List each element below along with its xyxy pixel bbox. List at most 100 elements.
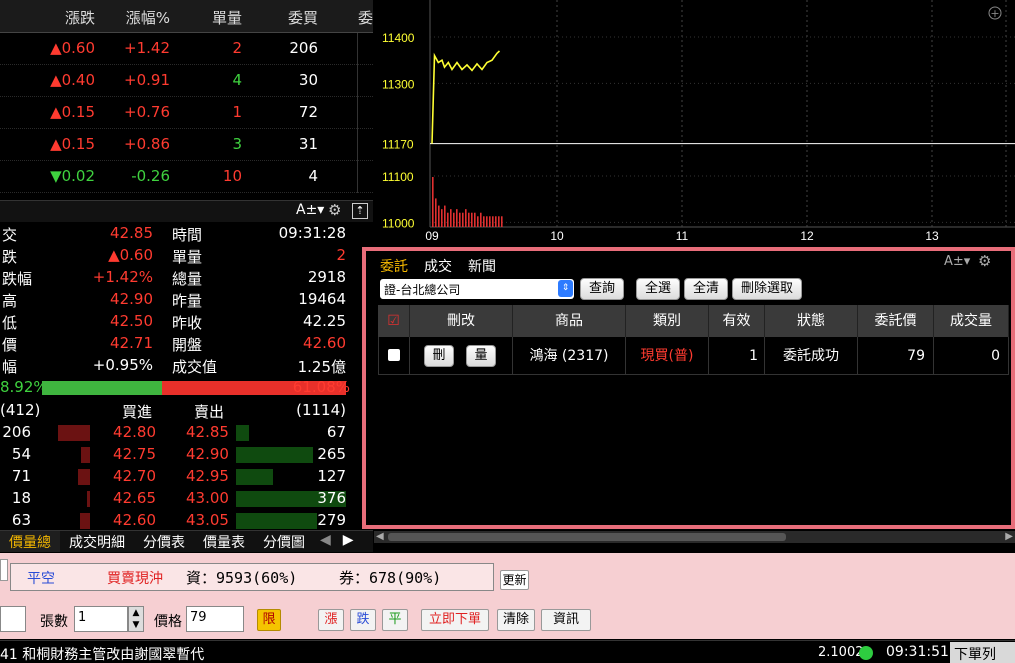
volume-bar bbox=[489, 216, 491, 227]
change-qty-button[interactable]: 量 bbox=[466, 345, 496, 367]
volume-bar bbox=[492, 216, 494, 227]
volume-bar bbox=[459, 212, 461, 227]
col-product[interactable]: 商品 bbox=[513, 305, 626, 337]
clear-all-button[interactable]: 全清 bbox=[684, 278, 728, 300]
tab-orders[interactable]: 委託 bbox=[380, 256, 408, 276]
scrollbar-thumb[interactable] bbox=[388, 533, 786, 541]
header-checkbox-icon[interactable]: ☑ bbox=[378, 305, 410, 337]
tab-price-volume-table[interactable]: 價量表 bbox=[194, 531, 254, 552]
bid-header: 買進 bbox=[122, 403, 153, 421]
volume-bar bbox=[450, 209, 452, 227]
order-book-row[interactable]: 63 42.60 43.05 279 bbox=[0, 510, 350, 532]
table-row[interactable]: ▲0.60 +1.42 2 206 bbox=[0, 33, 373, 65]
order-book-row[interactable]: 71 42.70 42.95 127 bbox=[0, 466, 350, 488]
volume-bar bbox=[435, 198, 437, 227]
ask-qty: 265 bbox=[317, 445, 346, 463]
col-order-price[interactable]: 委託價 bbox=[858, 305, 934, 337]
change-cell: ▲0.15 bbox=[50, 103, 95, 121]
limit-button[interactable]: 限 bbox=[257, 609, 281, 631]
detail-value: 42.25 bbox=[303, 312, 346, 330]
col-change[interactable]: 漲跌 bbox=[0, 0, 95, 32]
detail-label: 交 bbox=[2, 226, 18, 244]
detail-label: 價 bbox=[2, 336, 18, 354]
ask-price: 42.95 bbox=[186, 467, 229, 485]
order-book-row[interactable]: 18 42.65 43.00 376 bbox=[0, 488, 350, 510]
horizontal-scrollbar[interactable]: ◀ ▶ bbox=[374, 531, 1015, 543]
limit-up-button[interactable]: 漲 bbox=[318, 609, 344, 631]
tab-price-table[interactable]: 分價表 bbox=[134, 531, 194, 552]
lots-input[interactable]: 1 bbox=[74, 606, 128, 632]
order-book-row[interactable]: 54 42.75 42.90 265 bbox=[0, 444, 350, 466]
table-row[interactable]: ▲0.40 +0.91 4 30 bbox=[0, 65, 373, 97]
news-ticker[interactable]: 41 和桐財務主管改由謝國翠暫代 bbox=[0, 644, 204, 663]
col-pct[interactable]: 漲幅% bbox=[95, 0, 170, 32]
table-row[interactable]: 刪 量 鴻海 (2317) 現買(普) 1 委託成功 79 0 bbox=[378, 337, 1009, 375]
status-cell: 委託成功 bbox=[765, 337, 858, 374]
flat-price-button[interactable]: 平 bbox=[382, 609, 408, 631]
table-row[interactable]: ▲0.15 +0.86 3 31 bbox=[0, 129, 373, 161]
ask-volume-bar bbox=[236, 513, 317, 529]
status-bar: 41 和桐財務主管改由謝國翠暫代 2.1002 09:31:51 下單列 bbox=[0, 640, 1015, 663]
product-cell: 鴻海 (2317) bbox=[513, 337, 626, 374]
select-all-button[interactable]: 全選 bbox=[636, 278, 680, 300]
lots-stepper-icon[interactable]: ▲ ▼ bbox=[128, 606, 144, 632]
lots-label: 張數 bbox=[40, 614, 68, 630]
col-filled-qty[interactable]: 成交量 bbox=[934, 305, 1009, 337]
delete-order-button[interactable]: 刪 bbox=[424, 345, 454, 367]
tabs-prev-icon[interactable]: ◀ bbox=[314, 531, 337, 552]
popout-icon[interactable]: ⇡ bbox=[352, 203, 368, 219]
detail-row: 交 42.85 時間 09:31:28 bbox=[0, 223, 350, 245]
delete-selected-button[interactable]: 刪除選取 bbox=[732, 278, 802, 300]
tab-news[interactable]: 新聞 bbox=[468, 256, 496, 276]
row-checkbox[interactable] bbox=[388, 349, 400, 361]
side-input[interactable] bbox=[0, 606, 26, 632]
price-input[interactable]: 79 bbox=[186, 606, 244, 632]
col-status[interactable]: 狀態 bbox=[765, 305, 858, 337]
order-queue-tab[interactable]: 下單列 bbox=[950, 642, 1015, 663]
col-ask-partial[interactable]: 委 bbox=[318, 0, 373, 32]
query-button[interactable]: 查詢 bbox=[580, 278, 624, 300]
detail-label: 跌幅 bbox=[2, 270, 33, 288]
connection-status-icon bbox=[859, 646, 873, 660]
tab-trade-detail[interactable]: 成交明細 bbox=[60, 531, 134, 552]
col-valid[interactable]: 有效 bbox=[709, 305, 765, 337]
filled-qty-cell: 0 bbox=[934, 337, 1009, 374]
tab-fills[interactable]: 成交 bbox=[424, 256, 452, 276]
day-trade-label: 買賣現沖 bbox=[107, 571, 163, 587]
col-category[interactable]: 類別 bbox=[626, 305, 709, 337]
tabs-next-icon[interactable]: ▶ bbox=[337, 531, 360, 552]
info-button[interactable]: 資訊 bbox=[541, 609, 591, 631]
volume-bar bbox=[471, 212, 473, 227]
refresh-button[interactable]: 更新 bbox=[500, 570, 529, 590]
table-row[interactable]: ▲0.15 +0.76 1 72 bbox=[0, 97, 373, 129]
detail-row: 低 42.50 昨收 42.25 bbox=[0, 311, 350, 333]
font-size-icon[interactable]: A±▾ bbox=[944, 254, 970, 269]
side-toggle[interactable] bbox=[0, 559, 8, 581]
volume-bar bbox=[468, 212, 470, 227]
place-order-button[interactable]: 立即下單 bbox=[421, 609, 489, 631]
clear-button[interactable]: 清除 bbox=[497, 609, 535, 631]
volume-bar bbox=[438, 205, 440, 227]
scroll-left-icon[interactable]: ◀ bbox=[376, 531, 384, 542]
x-tick-label: 10 bbox=[550, 229, 564, 243]
gear-icon[interactable]: ⚙ bbox=[978, 252, 991, 270]
tab-price-volume-summary[interactable]: 價量總 bbox=[0, 531, 60, 552]
flat-short-label: 平空 bbox=[27, 571, 55, 587]
table-row[interactable]: ▼0.02 -0.26 10 4 bbox=[0, 161, 373, 193]
detail-label: 昨量 bbox=[172, 292, 203, 310]
volume-bar bbox=[474, 212, 476, 227]
detail-row: 跌幅 +1.42% 總量 2918 bbox=[0, 267, 350, 289]
change-cell: ▲0.40 bbox=[50, 71, 95, 89]
tab-price-chart[interactable]: 分價圖 bbox=[254, 531, 314, 552]
col-bid[interactable]: 委買 bbox=[242, 0, 318, 32]
pct-cell: +0.76 bbox=[124, 103, 170, 121]
qty-cell: 10 bbox=[222, 167, 242, 185]
col-qty[interactable]: 單量 bbox=[170, 0, 242, 32]
font-size-icon[interactable]: A±▾ bbox=[296, 202, 324, 218]
limit-down-button[interactable]: 跌 bbox=[350, 609, 376, 631]
scroll-right-icon[interactable]: ▶ bbox=[1005, 531, 1013, 542]
order-book-row[interactable]: 206 42.80 42.85 67 bbox=[0, 422, 350, 444]
gear-icon[interactable]: ⚙ bbox=[328, 201, 341, 219]
bid-cell: 30 bbox=[298, 71, 318, 89]
branch-select[interactable]: 證-台北總公司 ⇕ bbox=[380, 279, 574, 299]
